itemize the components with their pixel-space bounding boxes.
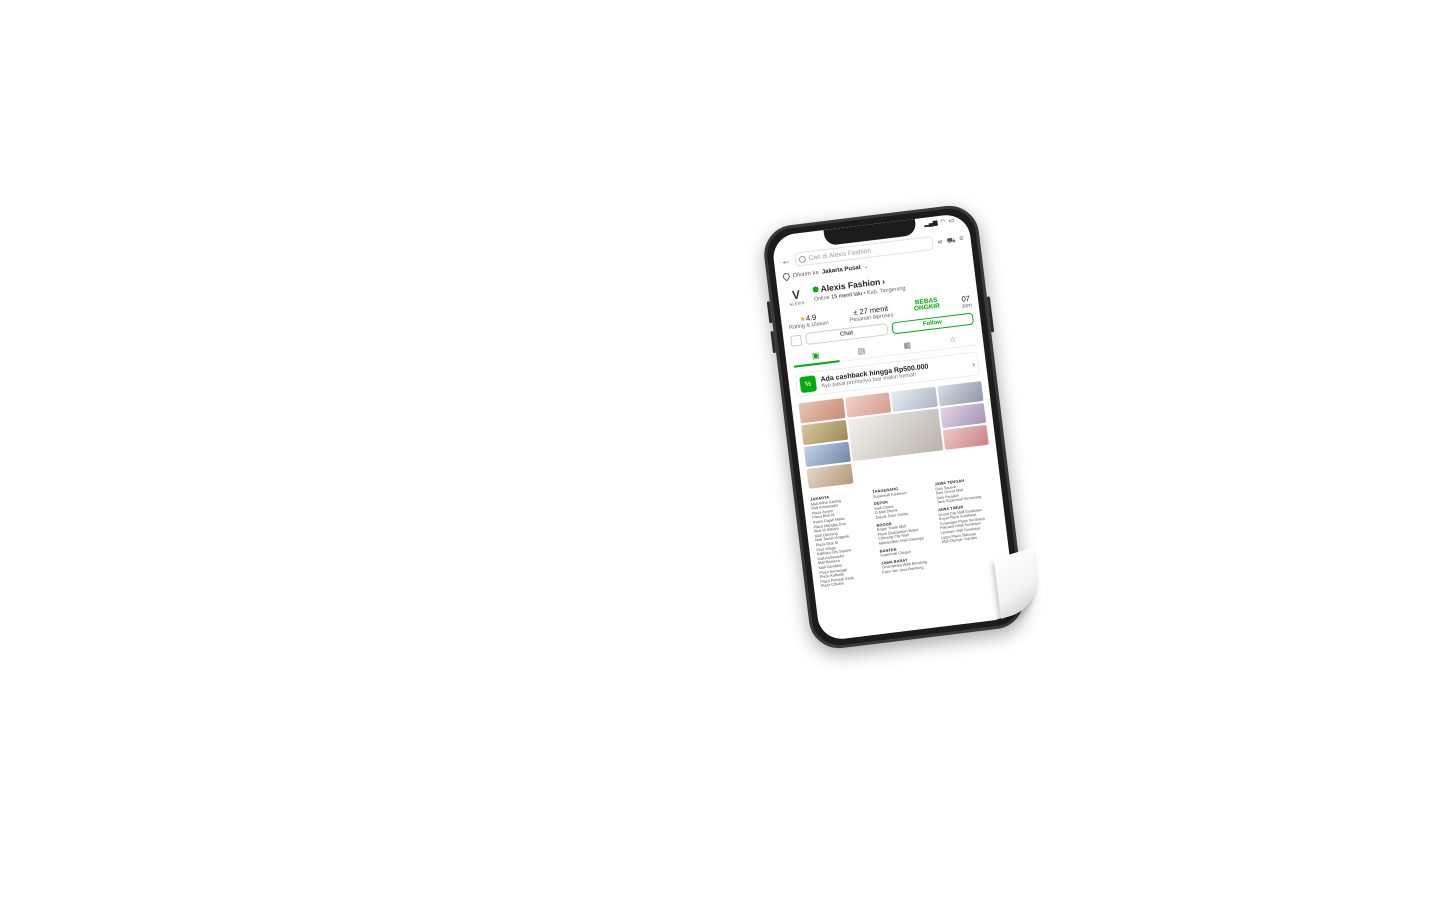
chevron-right-icon: › [971,359,976,369]
volume-up-button [766,301,773,324]
share-icon[interactable]: ⋖ [936,237,944,247]
store-column-1: JAKARTA Mall Artha Gading Mall Ambasador… [810,488,880,589]
chevron-down-icon: ⌄ [863,263,870,271]
signal-icon: ▂▄▆ [923,220,938,228]
shop-info: Alexis Fashion › Online 15 menit lalu • … [812,274,906,303]
star-outline-icon: ☆ [948,334,957,345]
note-icon[interactable] [790,334,803,347]
store-photo[interactable] [844,392,892,418]
shop-logo-text: ALEXIS [789,300,806,307]
store-photo[interactable] [939,402,987,429]
store-photo[interactable] [798,398,846,424]
store-photo[interactable] [803,441,851,467]
store-photo[interactable] [936,381,984,407]
process-stat: ± 27 menit Pesanan diproses [848,303,893,324]
tab-reviews[interactable]: ☆ [929,330,976,350]
volume-down-button [770,330,777,354]
tab-showcase[interactable]: ▦ [884,336,931,356]
store-photo[interactable] [806,463,854,489]
store-column-2: TANGERANG Supermall Karawaci DEPOK Mall … [872,480,942,581]
location-pin-icon [781,271,792,282]
power-button [986,296,995,333]
free-shipping-badge: BEBAS ONGKIR [913,297,941,316]
grid-icon: ▦ [902,340,912,351]
search-placeholder: Cari di Alexis Fashion [808,247,872,262]
tab-products[interactable]: ▤ [838,342,885,362]
shop-meta-separator: • [863,290,866,297]
stage: ▂▄▆ ◠ ▭ ← Cari di Alexis Fashion ⋖ ⛟ ≡ D… [0,0,1440,900]
chevron-right-icon: › [881,276,886,287]
delivery-prefix: Dikirim ke [792,269,820,279]
shop-logo-mark: V [791,287,801,303]
shop-logo[interactable]: V ALEXIS [784,286,809,311]
online-time: 15 menit lalu [830,290,863,301]
badge-line-2: ONGKIR [913,302,941,313]
tab-home[interactable]: ▣ [792,346,840,368]
phone-mockup: ▂▄▆ ◠ ▭ ← Cari di Alexis Fashion ⋖ ⛟ ≡ D… [760,202,1041,652]
hours-stat: 07 Jam [960,294,972,310]
page-curl [993,547,1041,619]
store-photo[interactable] [942,424,989,450]
store-photo-large[interactable] [847,408,943,462]
phone-screen: ▂▄▆ ◠ ▭ ← Cari di Alexis Fashion ⋖ ⛟ ≡ D… [770,212,1018,642]
bag-icon: ▤ [857,345,866,356]
coupon-icon: % [799,375,818,394]
verified-badge-icon [812,286,820,293]
store-photo[interactable] [801,419,848,446]
rating-stat[interactable]: ★4.9 Rating & Ulasan [788,311,829,331]
wifi-icon: ◠ [940,219,947,226]
delivery-city: Jakarta Pusat [821,264,862,276]
store-icon: ▣ [811,350,821,361]
top-icons: ⋖ ⛟ ≡ [936,235,964,247]
back-arrow-icon[interactable]: ← [780,255,791,267]
battery-icon: ▭ [948,218,955,225]
cart-icon[interactable]: ⛟ [946,236,956,246]
store-photo-gallery [798,381,991,489]
status-bar: ▂▄▆ ◠ ▭ [924,217,955,228]
menu-icon[interactable]: ≡ [959,235,964,244]
shop-page: ← Cari di Alexis Fashion ⋖ ⛟ ≡ Dikirim k… [773,230,1017,641]
store-locations: JAKARTA Mall Artha Gading Mall Ambasador… [810,472,1004,589]
search-icon [798,255,807,263]
online-label: Online [813,294,831,303]
store-photo[interactable] [890,386,938,412]
hours-label: Jam [961,302,973,310]
